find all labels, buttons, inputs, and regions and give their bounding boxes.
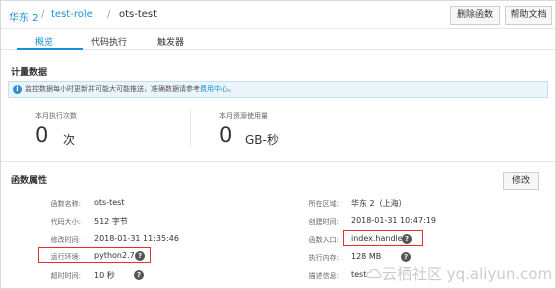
section-divider bbox=[1, 161, 555, 162]
monthly-resource-unit: GB-秒 bbox=[245, 133, 279, 147]
breadcrumb-separator: / bbox=[41, 9, 45, 20]
prop-value-timeout: 10 秒 bbox=[94, 271, 115, 280]
breadcrumb-region[interactable]: 华东 2 bbox=[9, 9, 39, 24]
prop-value-created-time: 2018-01-31 10:47:19 bbox=[351, 216, 436, 225]
properties-section-title: 函数属性 bbox=[11, 176, 48, 186]
prop-value-modified-time: 2018-01-31 11:35:46 bbox=[94, 234, 179, 243]
edit-button[interactable]: 修改 bbox=[503, 172, 539, 190]
memory-help-icon[interactable]: ? bbox=[401, 252, 411, 262]
prop-label-code-size: 代码大小: bbox=[50, 218, 81, 226]
tab-triggers[interactable]: 触发器 bbox=[157, 35, 184, 48]
watermark: 云栖社区 yq.aliyun.com bbox=[366, 263, 552, 284]
prop-label-description: 描述信息: bbox=[308, 272, 339, 280]
monthly-executions-label: 本月执行次数 bbox=[35, 112, 77, 120]
tab-code-execution[interactable]: 代码执行 bbox=[91, 35, 127, 48]
prop-label-runtime: 运行环境: bbox=[50, 253, 81, 261]
runtime-help-icon[interactable]: ? bbox=[135, 251, 145, 261]
breadcrumb-function: ots-test bbox=[119, 9, 158, 20]
prop-value-description: test bbox=[351, 270, 367, 279]
prop-value-function-name: ots-test bbox=[94, 198, 125, 207]
metrics-section-title: 计量数据 bbox=[11, 68, 48, 78]
info-icon: i bbox=[13, 85, 22, 94]
notice-text: 监控数据每小时更新并可能大可能推送，准确数据请参考 bbox=[25, 85, 200, 93]
watermark-text: 云栖社区 yq.aliyun.com bbox=[382, 265, 553, 283]
tab-overview[interactable]: 概览 bbox=[35, 35, 53, 48]
help-docs-button[interactable]: 帮助文档 bbox=[505, 6, 552, 25]
monthly-resource-value: 0 bbox=[219, 123, 233, 147]
prop-value-runtime: python2.7 bbox=[94, 251, 135, 260]
metrics-notice: i 监控数据每小时更新并可能大可能推送，准确数据请参考费用中心。 bbox=[8, 81, 548, 98]
tab-bar: 概览 代码执行 触发器 bbox=[1, 30, 555, 50]
prop-label-memory: 执行内存: bbox=[308, 254, 339, 262]
prop-value-memory: 128 MB bbox=[351, 252, 382, 261]
prop-value-region: 华东 2（上海） bbox=[351, 199, 407, 208]
prop-label-timeout: 超时时间: bbox=[50, 272, 81, 280]
notice-end: 。 bbox=[228, 85, 235, 93]
prop-label-modified-time: 修改时间: bbox=[50, 236, 81, 244]
active-tab-indicator bbox=[17, 48, 83, 50]
cloud-icon bbox=[366, 268, 382, 279]
prop-value-entry: index.handler bbox=[351, 234, 406, 243]
prop-label-region: 所在区域: bbox=[308, 200, 339, 208]
billing-center-link[interactable]: 费用中心 bbox=[200, 85, 228, 93]
breadcrumb-service[interactable]: test-role bbox=[51, 9, 93, 20]
prop-value-code-size: 512 字节 bbox=[94, 217, 128, 226]
prop-label-entry: 函数入口: bbox=[308, 236, 339, 244]
delete-function-button[interactable]: 删除函数 bbox=[450, 6, 500, 25]
monthly-resource-label: 本月资源使用量 bbox=[219, 112, 268, 120]
prop-label-function-name: 函数名称: bbox=[50, 200, 81, 208]
monthly-executions-unit: 次 bbox=[63, 133, 76, 147]
metrics-divider bbox=[190, 109, 191, 147]
page-frame: 华东 2 / test-role / ots-test 删除函数 帮助文档 概览… bbox=[0, 0, 556, 289]
page-header: 华东 2 / test-role / ots-test 删除函数 帮助文档 bbox=[1, 1, 555, 29]
breadcrumb-separator: / bbox=[107, 9, 111, 20]
timeout-help-icon[interactable]: ? bbox=[134, 270, 144, 280]
prop-label-created-time: 创建时间: bbox=[308, 218, 339, 226]
entry-help-icon[interactable]: ? bbox=[402, 234, 412, 244]
monthly-executions-value: 0 bbox=[35, 123, 49, 147]
